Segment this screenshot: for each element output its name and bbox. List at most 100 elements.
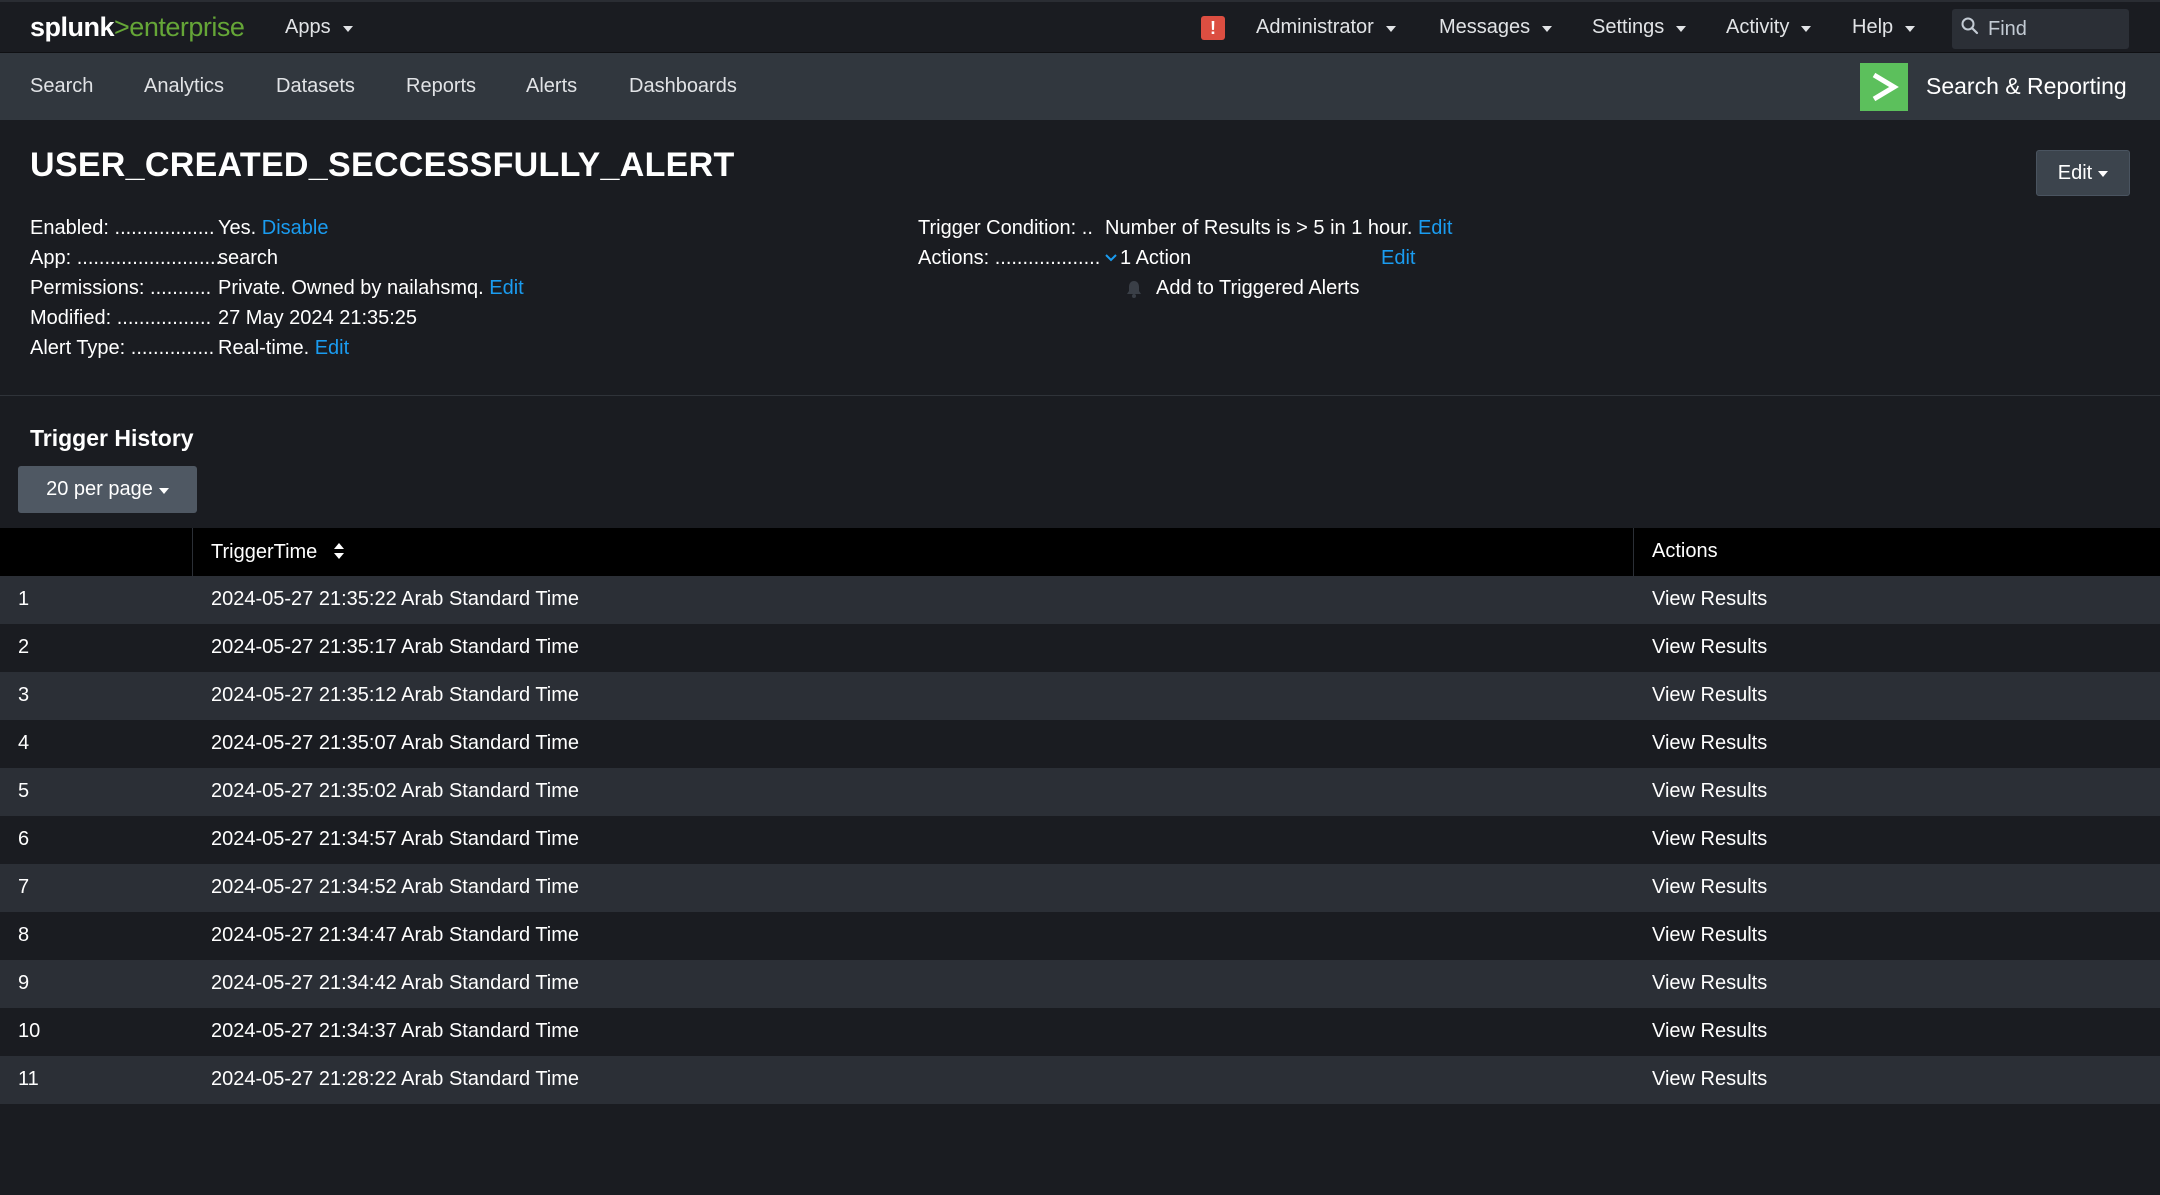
section-divider xyxy=(0,395,2160,396)
disable-link[interactable]: Disable xyxy=(262,217,329,239)
row-index: 10 xyxy=(18,1020,41,1042)
trigger-time-cell: 2024-05-27 21:35:07 Arab Standard Time xyxy=(211,732,580,754)
column-divider xyxy=(192,528,193,576)
table-row: 10 2024-05-27 21:34:37 Arab Standard Time… xyxy=(0,1008,2160,1056)
view-results-link[interactable]: View Results xyxy=(1652,780,1767,803)
table-row: 11 2024-05-27 21:28:22 Arab Standard Time… xyxy=(0,1056,2160,1104)
trigger-time-cell: 2024-05-27 21:34:37 Arab Standard Time xyxy=(211,1020,580,1042)
search-reporting-app-icon[interactable] xyxy=(1860,63,1908,111)
trigger-time-cell: 2024-05-27 21:34:47 Arab Standard Time xyxy=(211,924,580,946)
table-body: 1 2024-05-27 21:35:22 Arab Standard Time V… xyxy=(0,576,2160,1104)
trigger-time-cell: 2024-05-27 21:34:52 Arab Standard Time xyxy=(211,876,580,898)
nav-search[interactable]: Search xyxy=(30,75,93,98)
find-input[interactable] xyxy=(1988,17,2118,41)
search-icon xyxy=(1960,16,1980,42)
table-row: 8 2024-05-27 21:34:47 Arab Standard Time V… xyxy=(0,912,2160,960)
row-index: 8 xyxy=(18,924,30,946)
column-header-actions: Actions xyxy=(1652,540,1718,562)
edit-button[interactable]: Edit xyxy=(2036,150,2130,196)
app-nav-bar: Search Analytics Datasets Reports Alerts… xyxy=(0,53,2160,120)
app-name[interactable]: Search & Reporting xyxy=(1926,73,2127,100)
edit-permissions-link[interactable]: Edit xyxy=(489,277,523,299)
administrator-menu[interactable]: Administrator xyxy=(1256,16,1396,39)
edit-actions-link[interactable]: Edit xyxy=(1381,247,1415,270)
edit-alert-type-link[interactable]: Edit xyxy=(315,337,349,359)
actions-toggle[interactable]: 1 Action xyxy=(1104,247,1191,270)
view-results-link[interactable]: View Results xyxy=(1652,732,1767,755)
nav-analytics[interactable]: Analytics xyxy=(144,75,224,98)
field-label: Trigger Condition: .. xyxy=(918,217,1093,239)
view-results-link[interactable]: View Results xyxy=(1652,1020,1767,1043)
row-index: 4 xyxy=(18,732,30,754)
view-results-link[interactable]: View Results xyxy=(1652,924,1767,947)
top-bar: splunk>enterprise Apps ! Administrator M… xyxy=(0,0,2160,53)
column-divider xyxy=(1633,528,1634,576)
field-label: Enabled: .................. xyxy=(30,217,215,239)
field-value: Private. Owned by nailahsmq. xyxy=(218,277,484,299)
chevron-down-icon xyxy=(1676,25,1687,32)
view-results-link[interactable]: View Results xyxy=(1652,876,1767,899)
view-results-link[interactable]: View Results xyxy=(1652,636,1767,659)
bell-icon xyxy=(1124,279,1144,305)
activity-menu[interactable]: Activity xyxy=(1726,16,1812,39)
chevron-down-icon xyxy=(342,25,353,32)
logo-chevron-text: > xyxy=(114,12,130,42)
messages-menu[interactable]: Messages xyxy=(1439,16,1553,39)
apps-menu[interactable]: Apps xyxy=(285,16,353,39)
view-results-link[interactable]: View Results xyxy=(1652,684,1767,707)
row-index: 2 xyxy=(18,636,30,658)
trigger-time-cell: 2024-05-27 21:35:22 Arab Standard Time xyxy=(211,588,580,610)
trigger-time-cell: 2024-05-27 21:34:57 Arab Standard Time xyxy=(211,828,580,850)
field-label: Actions: ................... xyxy=(918,247,1101,269)
row-index: 11 xyxy=(18,1068,39,1090)
per-page-dropdown[interactable]: 20 per page xyxy=(18,466,197,513)
logo-enterprise-text: enterprise xyxy=(129,12,245,42)
trigger-time-cell: 2024-05-27 21:28:22 Arab Standard Time xyxy=(211,1068,580,1090)
table-row: 6 2024-05-27 21:34:57 Arab Standard Time V… xyxy=(0,816,2160,864)
view-results-link[interactable]: View Results xyxy=(1652,1068,1767,1091)
column-header-trigger-time[interactable]: TriggerTime xyxy=(211,540,345,564)
chevron-down-icon xyxy=(1905,25,1916,32)
nav-dashboards[interactable]: Dashboards xyxy=(629,75,737,98)
table-row: 5 2024-05-27 21:35:02 Arab Standard Time V… xyxy=(0,768,2160,816)
trigger-time-cell: 2024-05-27 21:35:12 Arab Standard Time xyxy=(211,684,580,706)
view-results-link[interactable]: View Results xyxy=(1652,588,1767,611)
table-row: 2 2024-05-27 21:35:17 Arab Standard Time V… xyxy=(0,624,2160,672)
edit-trigger-condition-link[interactable]: Edit xyxy=(1418,217,1452,239)
field-value: search xyxy=(218,247,279,269)
messages-alert-icon[interactable]: ! xyxy=(1201,16,1225,40)
chevron-down-icon xyxy=(158,487,169,494)
messages-menu-label: Messages xyxy=(1439,16,1531,38)
trigger-time-cell: 2024-05-27 21:34:42 Arab Standard Time xyxy=(211,972,580,994)
view-results-link[interactable]: View Results xyxy=(1652,828,1767,851)
chevron-down-icon xyxy=(2098,171,2109,177)
field-label: Permissions: ........... xyxy=(30,277,212,299)
field-value: Number of Results is > 5 in 1 hour. xyxy=(1105,217,1413,239)
trigger-history-title: Trigger History xyxy=(30,425,194,451)
row-index: 6 xyxy=(18,828,30,850)
table-row: 1 2024-05-27 21:35:22 Arab Standard Time V… xyxy=(0,576,2160,624)
chevron-down-icon xyxy=(1801,25,1812,32)
help-menu-label: Help xyxy=(1852,16,1894,38)
view-results-link[interactable]: View Results xyxy=(1652,972,1767,995)
help-menu[interactable]: Help xyxy=(1852,16,1916,39)
settings-menu[interactable]: Settings xyxy=(1592,16,1687,39)
trigger-history-table: TriggerTime Actions 1 2024-05-27 21:35:22… xyxy=(0,528,2160,1104)
table-row: 9 2024-05-27 21:34:42 Arab Standard Time V… xyxy=(0,960,2160,1008)
table-row: 7 2024-05-27 21:34:52 Arab Standard Time V… xyxy=(0,864,2160,912)
nav-alerts[interactable]: Alerts xyxy=(526,75,577,98)
nav-reports[interactable]: Reports xyxy=(406,75,476,98)
column-header-label: TriggerTime xyxy=(211,541,318,563)
field-label: Modified: ................. xyxy=(30,307,212,329)
nav-datasets[interactable]: Datasets xyxy=(276,75,355,98)
page-title: USER_CREATED_SECCESSFULLY_ALERT xyxy=(30,146,735,184)
row-index: 7 xyxy=(18,876,30,898)
table-header: TriggerTime Actions xyxy=(0,528,2160,576)
field-value: Yes. xyxy=(218,217,257,239)
splunk-logo[interactable]: splunk>enterprise xyxy=(30,12,245,43)
trigger-time-cell: 2024-05-27 21:35:02 Arab Standard Time xyxy=(211,780,580,802)
row-index: 3 xyxy=(18,684,30,706)
table-row: 4 2024-05-27 21:35:07 Arab Standard Time V… xyxy=(0,720,2160,768)
trigger-time-cell: 2024-05-27 21:35:17 Arab Standard Time xyxy=(211,636,580,658)
field-value: Real-time. xyxy=(218,337,310,359)
